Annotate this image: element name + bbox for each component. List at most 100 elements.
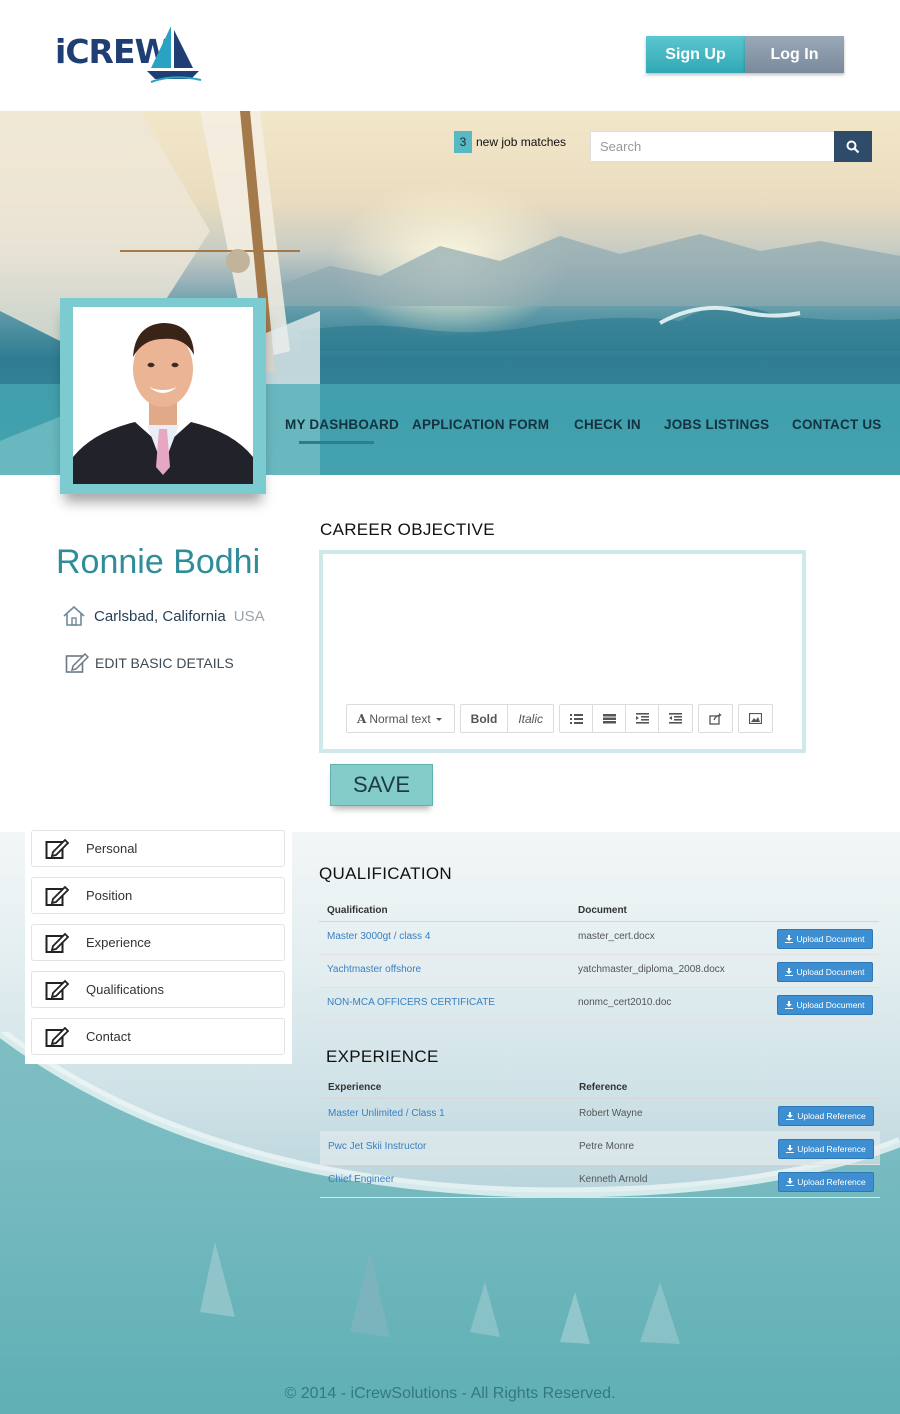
indent-icon [635,713,649,724]
nav-check-in[interactable]: CHECK IN [574,417,641,432]
search-icon [846,140,860,153]
career-objective-title: CAREER OBJECTIVE [320,520,495,539]
sidebar-item-position[interactable]: Position [31,877,285,914]
download-icon [786,1178,795,1186]
sidebar-item-contact[interactable]: Contact [31,1018,285,1055]
experience-title: EXPERIENCE [326,1047,439,1066]
sidebar-item-personal[interactable]: Personal [31,830,285,867]
avatar [73,307,253,484]
edit-icon [45,885,69,906]
share-button[interactable] [699,705,732,732]
editor-toolbar: A Normal text Bold Italic [346,704,778,733]
experience-link[interactable]: Chief Engineer [328,1174,394,1185]
site-header: iCREW Sign Up Log In [0,0,900,111]
nav-contact-us[interactable]: CONTACT US [792,417,882,432]
column-header: Reference [579,1082,628,1093]
text-style-dropdown[interactable]: A Normal text [347,705,454,732]
outdent-button[interactable] [659,705,692,732]
format-group: Bold Italic [459,704,555,733]
qualification-title: QUALIFICATION [319,864,452,883]
edit-basic-details-link[interactable]: EDIT BASIC DETAILS [65,652,234,674]
career-objective-textarea[interactable] [323,554,802,694]
experience-link[interactable]: Pwc Jet Skii Instructor [328,1141,426,1152]
unordered-list-button[interactable] [560,705,594,732]
nav-my-dashboard[interactable]: MY DASHBOARD [285,417,399,432]
edit-icon [65,652,89,673]
reference-name: Petre Monre [579,1141,635,1152]
profile-sidebar: Personal Position Experience Qualificati… [25,830,292,1064]
search-input[interactable]: Search [590,131,835,162]
list-ul-icon [569,714,583,724]
upload-label: Upload Reference [797,1177,866,1187]
qualification-link[interactable]: Yachtmaster offshore [327,964,421,975]
list-ol-icon [602,714,616,724]
save-button[interactable]: SAVE [330,764,433,806]
search-button[interactable] [834,131,872,162]
upload-document-button[interactable]: Upload Document [777,929,873,949]
share-group [698,704,734,733]
download-icon [786,1112,795,1120]
italic-button[interactable]: Italic [508,705,553,732]
qualification-link[interactable]: Master 3000gt / class 4 [327,931,430,942]
download-icon [785,1001,794,1009]
experience-table: Experience Reference Master Unlimited / … [320,1073,880,1198]
career-objective-editor[interactable]: A Normal text Bold Italic [319,550,806,753]
job-match-count-badge: 3 [454,131,472,153]
experience-link[interactable]: Master Unlimited / Class 1 [328,1108,445,1119]
upload-label: Upload Document [796,967,865,977]
outdent-icon [669,713,683,724]
indent-button[interactable] [626,705,660,732]
reference-name: Kenneth Arnold [579,1174,648,1185]
job-matches-indicator[interactable]: 3 new job matches [454,131,566,153]
edit-basic-details-label: EDIT BASIC DETAILS [95,655,234,671]
sidebar-item-label: Personal [86,841,138,856]
sidebar-item-label: Contact [86,1029,131,1044]
insert-image-button[interactable] [739,705,772,732]
upload-reference-button[interactable]: Upload Reference [778,1139,874,1159]
sidebar-item-label: Qualifications [86,982,165,997]
profile-photo[interactable] [73,307,253,484]
download-icon [785,935,794,943]
column-header: Document [578,905,627,916]
job-match-text: new job matches [476,135,567,149]
edit-icon [45,932,69,953]
nav-jobs-listings[interactable]: JOBS LISTINGS [664,417,769,432]
sidebar-item-label: Experience [86,935,152,950]
profile-photo-frame [60,298,266,494]
list-group [559,704,694,733]
upload-reference-button[interactable]: Upload Reference [778,1106,874,1126]
table-row: Master Unlimited / Class 1 Robert Wayne … [320,1099,880,1132]
footer-copyright: © 2014 - iCrewSolutions - All Rights Res… [284,1385,616,1402]
sidebar-item-qualifications[interactable]: Qualifications [31,971,285,1008]
upload-reference-button[interactable]: Upload Reference [778,1172,874,1192]
sidebar-item-experience[interactable]: Experience [31,924,285,961]
home-icon [63,605,85,626]
signup-button[interactable]: Sign Up [646,36,745,73]
share-icon [709,712,722,725]
profile-country: USA [233,607,265,625]
text-style-icon: A [357,711,367,726]
login-button[interactable]: Log In [745,36,844,73]
upload-label: Upload Document [796,1000,865,1010]
text-style-group: A Normal text [346,704,455,733]
nav-application-form[interactable]: APPLICATION FORM [412,417,549,432]
sidebar-item-label: Position [86,888,133,903]
table-row: Pwc Jet Skii Instructor Petre Monre Uplo… [320,1132,880,1165]
ordered-list-button[interactable] [593,705,627,732]
document-name: yatchmaster_diploma_2008.docx [578,964,725,975]
table-row: NON-MCA OFFICERS CERTIFICATE nonmc_cert2… [319,988,879,1021]
site-logo[interactable]: iCREW [55,24,205,86]
qualification-link[interactable]: NON-MCA OFFICERS CERTIFICATE [327,997,495,1008]
text-style-label: Normal text [369,711,431,726]
image-group [738,704,774,733]
image-icon [749,713,763,724]
upload-document-button[interactable]: Upload Document [777,962,873,982]
upload-document-button[interactable]: Upload Document [777,995,873,1015]
download-icon [785,968,794,976]
bold-button[interactable]: Bold [461,705,509,732]
chevron-down-icon [435,717,442,721]
upload-label: Upload Reference [797,1111,866,1121]
table-header: Qualification Document [319,896,879,922]
table-row: Master 3000gt / class 4 master_cert.docx… [319,922,879,955]
profile-city: Carlsbad, California [94,607,226,625]
